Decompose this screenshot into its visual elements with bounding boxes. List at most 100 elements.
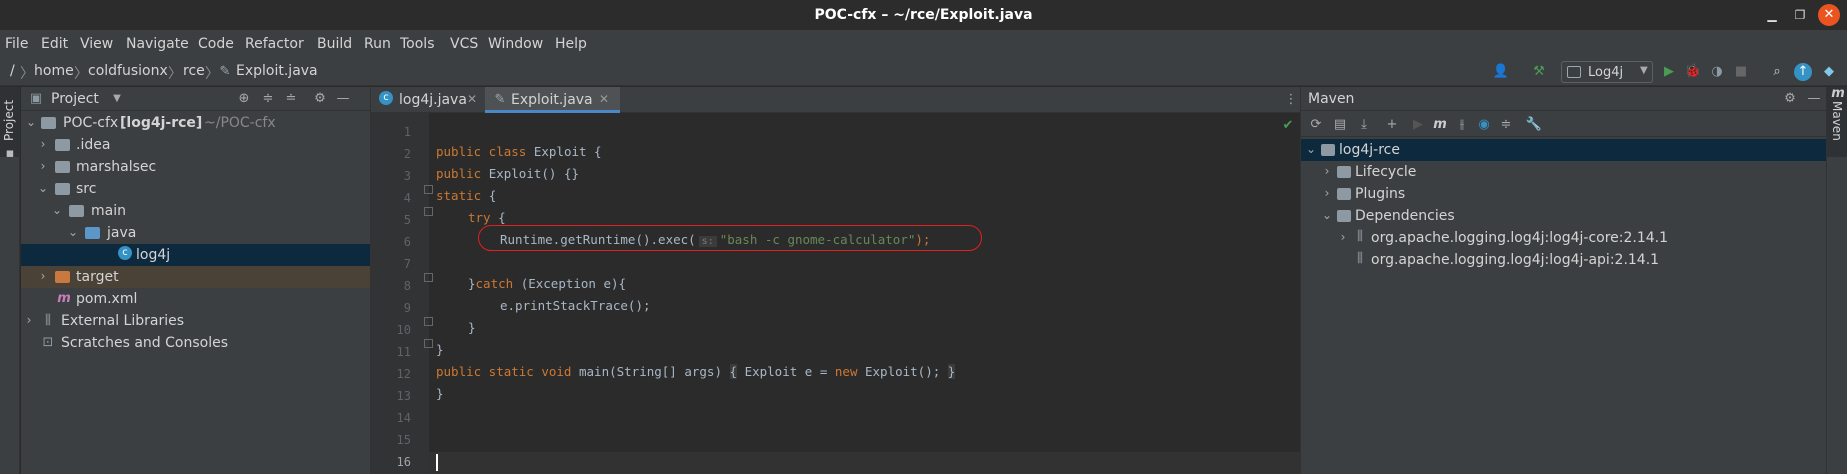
- close-icon[interactable]: ✕: [1818, 4, 1840, 26]
- code-line-9[interactable]: e.printStackTrace();: [500, 298, 651, 313]
- folder-icon[interactable]: ▪: [1, 145, 19, 163]
- more-options-icon[interactable]: ⋮: [1282, 91, 1300, 109]
- breadcrumb-root[interactable]: /: [10, 63, 15, 79]
- run-configuration-select[interactable]: Log4j ▼: [1561, 61, 1653, 83]
- tree-item-marshalsec[interactable]: › marshalsec: [21, 156, 370, 178]
- add-icon[interactable]: +: [1383, 116, 1401, 134]
- search-icon[interactable]: ⌕: [1768, 63, 1786, 81]
- build-hammer-icon[interactable]: ⚒: [1530, 63, 1548, 81]
- coverage-icon[interactable]: ◑: [1708, 63, 1726, 81]
- code-line-2[interactable]: public class Exploit {: [436, 144, 602, 159]
- tree-item-idea[interactable]: › .idea: [21, 134, 370, 156]
- breadcrumb-file[interactable]: Exploit.java: [236, 63, 318, 79]
- menu-navigate[interactable]: Navigate: [126, 36, 189, 52]
- tree-item-external-libraries[interactable]: › ⫼ External Libraries: [21, 310, 370, 332]
- code-line-4[interactable]: static {: [436, 188, 496, 203]
- code-line-3[interactable]: public Exploit() {}: [436, 166, 579, 181]
- chevron-down-icon[interactable]: ⌄: [1305, 142, 1317, 156]
- hide-icon[interactable]: —: [334, 90, 352, 108]
- tree-item-java[interactable]: ⌄ java: [21, 222, 370, 244]
- maven-node-dependencies[interactable]: ⌄ Dependencies: [1301, 205, 1827, 227]
- project-panel-title[interactable]: Project: [51, 91, 99, 107]
- fold-marker-icon[interactable]: [424, 317, 433, 326]
- fold-marker-icon[interactable]: [424, 207, 433, 216]
- gear-icon[interactable]: ⚙: [1781, 90, 1799, 108]
- close-tab-icon[interactable]: ✕: [467, 92, 477, 106]
- chevron-down-icon[interactable]: ⌄: [37, 181, 49, 195]
- breadcrumb-rce[interactable]: rce: [183, 63, 205, 79]
- folded-brace[interactable]: }: [947, 364, 956, 379]
- tab-exploit-java[interactable]: ✎ Exploit.java ✕: [485, 87, 620, 113]
- chevron-right-icon[interactable]: ›: [1321, 186, 1333, 200]
- menu-refactor[interactable]: Refactor: [245, 36, 304, 52]
- toggle-offline-icon[interactable]: ⫲: [1453, 116, 1471, 134]
- skip-tests-icon[interactable]: ◉: [1475, 116, 1493, 134]
- chevron-right-icon[interactable]: ›: [1321, 164, 1333, 178]
- run-icon[interactable]: ▶: [1409, 116, 1427, 134]
- collapse-all-icon[interactable]: ≑: [1497, 116, 1515, 134]
- menu-run[interactable]: Run: [364, 36, 391, 52]
- maven-dependency-core[interactable]: › ⫼ org.apache.logging.log4j:log4j-core:…: [1301, 227, 1827, 249]
- tree-item-main[interactable]: ⌄ main: [21, 200, 370, 222]
- chevron-right-icon[interactable]: ›: [37, 269, 49, 283]
- menu-code[interactable]: Code: [198, 36, 234, 52]
- code-line-11[interactable]: }: [436, 342, 444, 357]
- minimize-icon[interactable]: ▁: [1762, 5, 1782, 25]
- code-line-13[interactable]: }: [436, 386, 444, 401]
- maximize-icon[interactable]: ❐: [1790, 5, 1810, 25]
- reload-icon[interactable]: ⟳: [1307, 116, 1325, 134]
- maven-node-plugins[interactable]: › Plugins: [1301, 183, 1827, 205]
- menu-build[interactable]: Build: [317, 36, 352, 52]
- chevron-right-icon[interactable]: ›: [37, 137, 49, 151]
- toolbox-icon[interactable]: ◆: [1820, 63, 1838, 81]
- gear-icon[interactable]: ⚙: [311, 90, 329, 108]
- tree-item-target[interactable]: › target: [21, 266, 370, 288]
- chevron-down-icon[interactable]: ⌄: [67, 225, 79, 239]
- menu-help[interactable]: Help: [555, 36, 587, 52]
- menu-window[interactable]: Window: [488, 36, 543, 52]
- chevron-down-icon[interactable]: ▼: [108, 90, 126, 108]
- tree-item-src[interactable]: ⌄ src: [21, 178, 370, 200]
- user-icon[interactable]: 👤: [1492, 63, 1510, 81]
- fold-marker-icon[interactable]: [424, 339, 433, 348]
- maven-node-lifecycle[interactable]: › Lifecycle: [1301, 161, 1827, 183]
- tree-item-root[interactable]: ⌄ POC-cfx [log4j-rce] ~/POC-cfx: [21, 112, 370, 134]
- maven-dependency-api[interactable]: ⫼ org.apache.logging.log4j:log4j-api:2.1…: [1301, 249, 1827, 271]
- fold-marker-icon[interactable]: [424, 185, 433, 194]
- run-icon[interactable]: ▶: [1660, 63, 1678, 81]
- menu-vcs[interactable]: VCS: [450, 36, 478, 52]
- collapse-all-icon[interactable]: ≐: [282, 90, 300, 108]
- tree-item-log4j[interactable]: c log4j: [21, 244, 370, 266]
- update-icon[interactable]: ↑: [1794, 63, 1812, 81]
- menu-file[interactable]: File: [5, 36, 28, 52]
- maven-tool-tab[interactable]: m Maven: [1827, 86, 1847, 157]
- wrench-icon[interactable]: 🔧: [1525, 116, 1543, 134]
- tree-item-scratches[interactable]: ⊡ Scratches and Consoles: [21, 332, 370, 354]
- debug-icon[interactable]: 🐞: [1684, 63, 1702, 81]
- generate-sources-icon[interactable]: ▤: [1331, 116, 1349, 134]
- tab-log4j-java[interactable]: c log4j.java ✕: [371, 87, 485, 113]
- fold-marker-icon[interactable]: [424, 273, 433, 282]
- chevron-right-icon[interactable]: ›: [23, 313, 35, 327]
- code-line-5[interactable]: try {: [468, 210, 506, 225]
- folded-brace[interactable]: {: [729, 364, 738, 379]
- code-line-12[interactable]: public static void main(String[] args) {…: [436, 364, 956, 379]
- hide-icon[interactable]: —: [1805, 90, 1823, 108]
- code-line-8[interactable]: }catch (Exception e){: [468, 276, 626, 291]
- chevron-down-icon[interactable]: ⌄: [25, 115, 37, 129]
- chevron-down-icon[interactable]: ⌄: [1321, 208, 1333, 222]
- menu-edit[interactable]: Edit: [41, 36, 68, 52]
- chevron-right-icon[interactable]: ›: [1337, 230, 1349, 244]
- breadcrumb-coldfusionx[interactable]: coldfusionx: [88, 63, 168, 79]
- stop-icon[interactable]: ■: [1732, 63, 1750, 81]
- expand-all-icon[interactable]: ≑: [259, 90, 277, 108]
- execute-goal-icon[interactable]: m: [1431, 116, 1449, 134]
- download-icon[interactable]: ⤓: [1355, 116, 1373, 134]
- maven-project-node[interactable]: ⌄ log4j-rce: [1301, 139, 1827, 161]
- code-line-10[interactable]: }: [468, 320, 476, 335]
- menu-view[interactable]: View: [80, 36, 113, 52]
- locate-icon[interactable]: ⊕: [235, 90, 253, 108]
- close-tab-icon[interactable]: ✕: [599, 92, 609, 106]
- chevron-down-icon[interactable]: ⌄: [51, 203, 63, 217]
- menu-tools[interactable]: Tools: [400, 36, 435, 52]
